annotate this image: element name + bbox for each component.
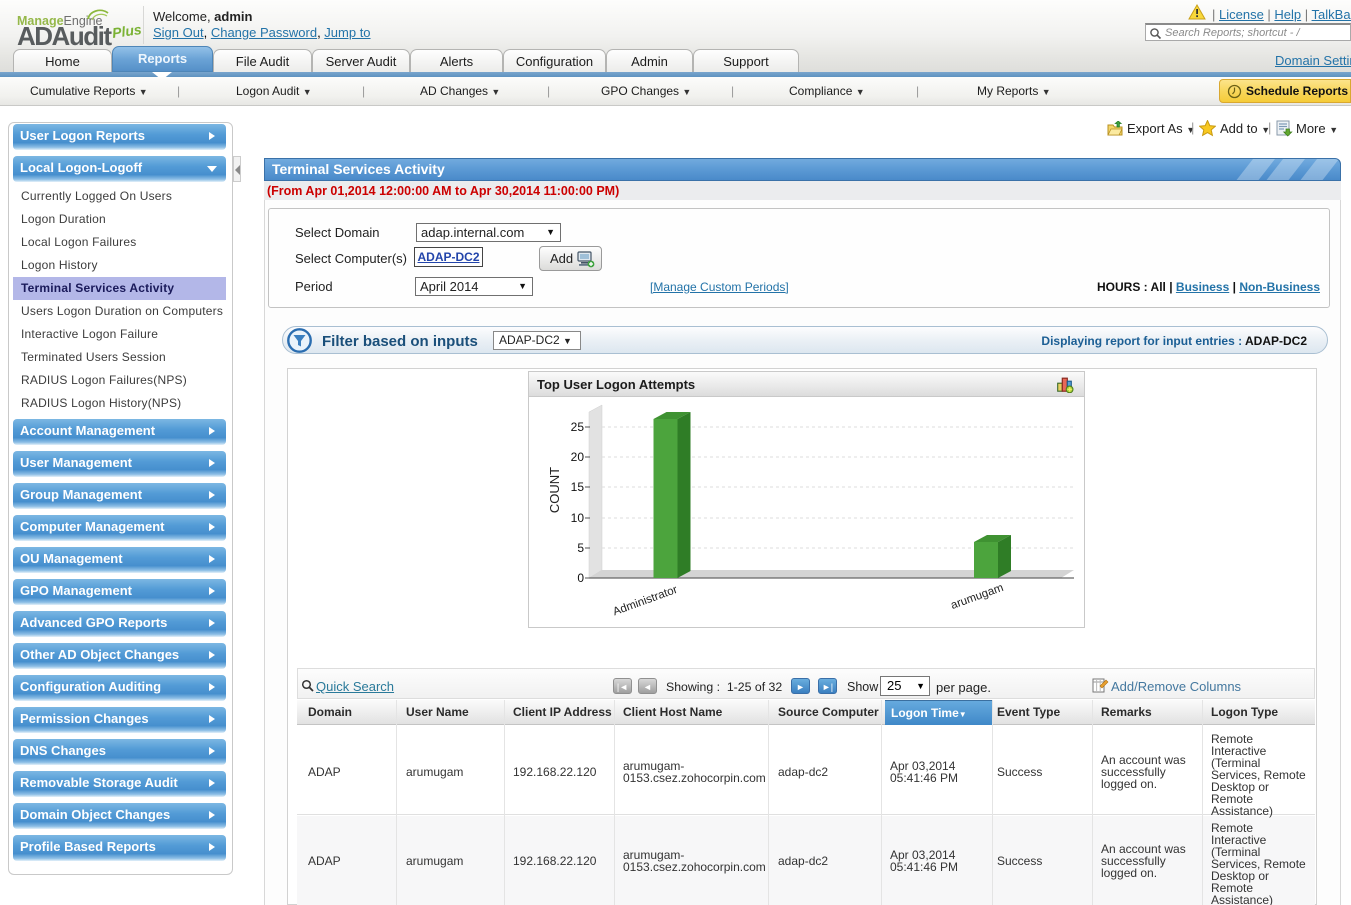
svg-text:25: 25 xyxy=(571,420,585,434)
svg-text:10: 10 xyxy=(571,511,585,525)
svg-text:20: 20 xyxy=(571,450,585,464)
svg-text:Administrator: Administrator xyxy=(611,584,679,619)
svg-text:0: 0 xyxy=(577,571,584,585)
svg-text:5: 5 xyxy=(577,541,584,555)
svg-text:COUNT: COUNT xyxy=(547,467,562,513)
svg-text:arumugam: arumugam xyxy=(949,582,1005,612)
svg-text:15: 15 xyxy=(571,480,585,494)
